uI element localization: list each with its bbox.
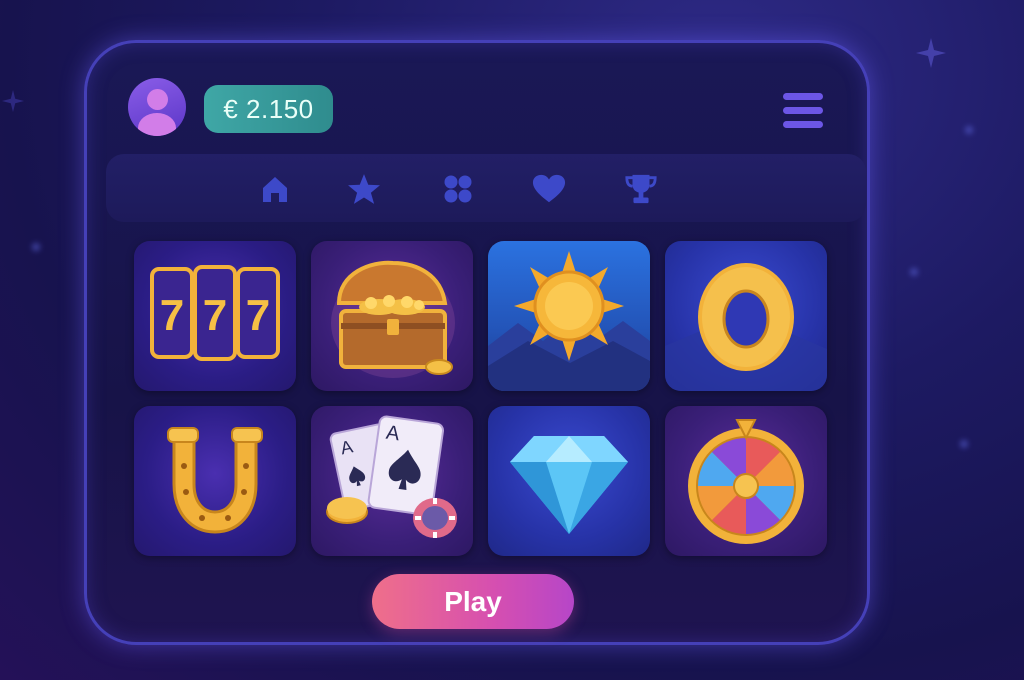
avatar[interactable] xyxy=(128,78,186,136)
home-icon[interactable] xyxy=(258,172,292,206)
trophy-icon[interactable] xyxy=(624,172,658,206)
glow-dot-decoration xyxy=(32,243,40,251)
heart-icon[interactable] xyxy=(532,172,566,206)
menu-line xyxy=(783,93,823,100)
glow-dot-decoration xyxy=(960,440,968,448)
gold-ring-icon xyxy=(665,263,827,391)
sparkle-decoration xyxy=(2,90,24,112)
game-tile-treasure[interactable] xyxy=(311,241,473,391)
user-icon-body xyxy=(138,113,176,136)
glow-dot-decoration xyxy=(965,126,973,134)
balance-badge: € 2.150 xyxy=(204,85,333,133)
horseshoe-icon xyxy=(167,427,263,534)
fortune-wheel-icon xyxy=(688,419,804,544)
playing-cards-icon: A A xyxy=(326,415,457,538)
game-tile-sun[interactable] xyxy=(488,241,650,391)
game-tile-sevens[interactable]: 7 77 xyxy=(134,241,296,391)
diamond-icon xyxy=(510,436,628,534)
game-tile-diamond[interactable] xyxy=(488,406,650,556)
glow-dot-decoration xyxy=(910,268,918,276)
slot-seven-text: 7 xyxy=(246,291,270,340)
menu-line xyxy=(783,121,823,128)
slot-seven-text: 7 xyxy=(160,291,184,340)
triple-seven-slot-icon: 7 77 xyxy=(150,265,280,361)
game-tile-horseshoe[interactable] xyxy=(134,406,296,556)
play-button[interactable]: Play xyxy=(372,574,574,629)
slot-seven-text: 7 xyxy=(203,291,227,340)
game-tile-ring[interactable] xyxy=(665,241,827,391)
menu-line xyxy=(783,107,823,114)
treasure-chest-icon xyxy=(331,260,455,378)
game-tile-wheel[interactable] xyxy=(665,406,827,556)
user-icon xyxy=(147,89,168,110)
sun-icon xyxy=(488,251,650,391)
sparkle-decoration xyxy=(916,38,946,68)
star-icon[interactable] xyxy=(347,172,381,206)
game-tile-cards[interactable]: A A xyxy=(311,406,473,556)
hamburger-menu-icon[interactable] xyxy=(781,92,825,130)
category-nav-bar xyxy=(106,154,866,222)
grid-icon[interactable] xyxy=(441,172,475,206)
